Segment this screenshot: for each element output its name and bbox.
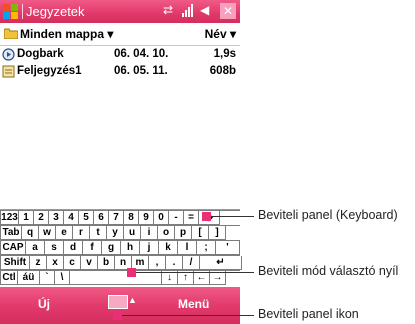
key[interactable]: 1 bbox=[19, 211, 34, 225]
title-divider bbox=[22, 4, 23, 19]
key[interactable]: ' bbox=[216, 241, 240, 255]
new-softkey[interactable]: Új bbox=[38, 297, 50, 311]
keyboard-leader-line bbox=[211, 216, 254, 217]
key[interactable]: Ctl bbox=[0, 271, 18, 285]
file-size: 608b bbox=[209, 65, 236, 77]
selector-leader-line bbox=[136, 272, 254, 273]
key[interactable]: ` bbox=[40, 271, 55, 285]
key[interactable]: l bbox=[178, 241, 197, 255]
key[interactable]: CAP bbox=[0, 241, 26, 255]
key[interactable]: q bbox=[22, 226, 39, 240]
key[interactable]: w bbox=[39, 226, 56, 240]
key[interactable]: 8 bbox=[124, 211, 139, 225]
file-name: Dogbark bbox=[17, 48, 64, 60]
list-item[interactable]: Feljegyzés1 06. 05. 11. 608b bbox=[0, 63, 240, 80]
key[interactable]: Shift bbox=[0, 256, 30, 270]
app-title: Jegyzetek bbox=[26, 4, 85, 19]
key[interactable]: u bbox=[124, 226, 141, 240]
key[interactable]: 5 bbox=[79, 211, 94, 225]
menu-softkey[interactable]: Menü bbox=[178, 297, 209, 311]
key[interactable]: f bbox=[83, 241, 102, 255]
key[interactable]: áü bbox=[18, 271, 40, 285]
key[interactable]: b bbox=[98, 256, 115, 270]
folder-bar: Minden mappa ▾ Név ▾ bbox=[0, 23, 240, 46]
key[interactable]: y bbox=[107, 226, 124, 240]
key[interactable]: 9 bbox=[139, 211, 154, 225]
file-date: 06. 05. 11. bbox=[114, 65, 168, 77]
key[interactable]: [ bbox=[192, 226, 209, 240]
key[interactable]: 123 bbox=[0, 211, 19, 225]
input-selector-arrow-icon[interactable]: ▲ bbox=[128, 295, 137, 305]
folder-dropdown[interactable]: Minden mappa ▾ bbox=[20, 26, 113, 42]
keyboard-callout: Beviteli panel (Keyboard) bbox=[258, 208, 398, 222]
key[interactable]: 2 bbox=[34, 211, 49, 225]
key[interactable]: z bbox=[30, 256, 47, 270]
title-bar: Jegyzetek ⇄ ◀︎ ✕ bbox=[0, 0, 240, 23]
key[interactable]: a bbox=[26, 241, 45, 255]
list-item[interactable]: Dogbark 06. 04. 10. 1,9s bbox=[0, 46, 240, 63]
key[interactable]: x bbox=[47, 256, 64, 270]
key[interactable]: t bbox=[90, 226, 107, 240]
key[interactable]: → bbox=[210, 271, 226, 285]
keyboard-row2: Tab q w e r t y u i o p[] bbox=[0, 225, 240, 241]
file-size: 1,9s bbox=[213, 48, 236, 60]
key[interactable]: Tab bbox=[0, 226, 22, 240]
file-name: Feljegyzés1 bbox=[17, 65, 82, 77]
folder-icon bbox=[4, 28, 18, 39]
sort-dropdown[interactable]: Név ▾ bbox=[205, 26, 236, 42]
key[interactable]: e bbox=[56, 226, 73, 240]
key[interactable]: o bbox=[158, 226, 175, 240]
key[interactable]: c bbox=[64, 256, 81, 270]
keyboard-row3: CAP a s d f g h j k l; ' bbox=[0, 240, 240, 256]
key[interactable]: 0 bbox=[154, 211, 169, 225]
key[interactable]: / bbox=[183, 256, 200, 270]
selector-callout: Beviteli mód választó nyíl bbox=[258, 264, 399, 278]
key[interactable]: ] bbox=[209, 226, 226, 240]
key[interactable]: 6 bbox=[94, 211, 109, 225]
key[interactable] bbox=[70, 271, 162, 285]
windows-logo-icon[interactable] bbox=[3, 4, 18, 19]
key[interactable]: ← bbox=[194, 271, 210, 285]
key[interactable]: , bbox=[149, 256, 166, 270]
volume-icon[interactable]: ◀︎ bbox=[200, 3, 209, 17]
key[interactable]: j bbox=[140, 241, 159, 255]
panel-icon-leader-line bbox=[122, 315, 254, 316]
key[interactable]: ↑ bbox=[178, 271, 194, 285]
keyboard-row4: Shift z x c v b n m,. / ↵ bbox=[0, 255, 242, 271]
key[interactable]: g bbox=[102, 241, 121, 255]
key[interactable]: v bbox=[81, 256, 98, 270]
key[interactable]: i bbox=[141, 226, 158, 240]
connectivity-icon[interactable]: ⇄ bbox=[163, 3, 173, 17]
key[interactable]: 4 bbox=[64, 211, 79, 225]
panel-icon-callout: Beviteli panel ikon bbox=[258, 307, 359, 321]
recording-icon bbox=[2, 48, 15, 61]
key[interactable]: = bbox=[184, 211, 199, 225]
file-list: Dogbark 06. 04. 10. 1,9s Feljegyzés1 06.… bbox=[0, 46, 240, 80]
input-panel-icon[interactable] bbox=[108, 295, 128, 309]
key[interactable]: k bbox=[159, 241, 178, 255]
key[interactable]: - bbox=[169, 211, 184, 225]
key[interactable]: 7 bbox=[109, 211, 124, 225]
key[interactable]: r bbox=[73, 226, 90, 240]
key[interactable]: ; bbox=[197, 241, 216, 255]
note-icon bbox=[2, 65, 15, 78]
key[interactable]: \ bbox=[55, 271, 70, 285]
close-icon[interactable]: ✕ bbox=[220, 3, 236, 19]
key[interactable]: . bbox=[166, 256, 183, 270]
key[interactable]: s bbox=[45, 241, 64, 255]
device-screen: Jegyzetek ⇄ ◀︎ ✕ Minden mappa ▾ Név ▾ Do… bbox=[0, 0, 242, 324]
key[interactable]: h bbox=[121, 241, 140, 255]
key[interactable]: ↓ bbox=[162, 271, 178, 285]
key[interactable]: d bbox=[64, 241, 83, 255]
key[interactable]: 3 bbox=[49, 211, 64, 225]
selector-marker bbox=[127, 268, 136, 277]
signal-strength-icon[interactable] bbox=[181, 4, 195, 18]
key[interactable]: p bbox=[175, 226, 192, 240]
panel-icon-marker bbox=[113, 311, 122, 320]
file-date: 06. 04. 10. bbox=[114, 48, 169, 60]
key[interactable]: ↵ bbox=[200, 256, 242, 270]
keyboard-marker bbox=[202, 212, 211, 221]
